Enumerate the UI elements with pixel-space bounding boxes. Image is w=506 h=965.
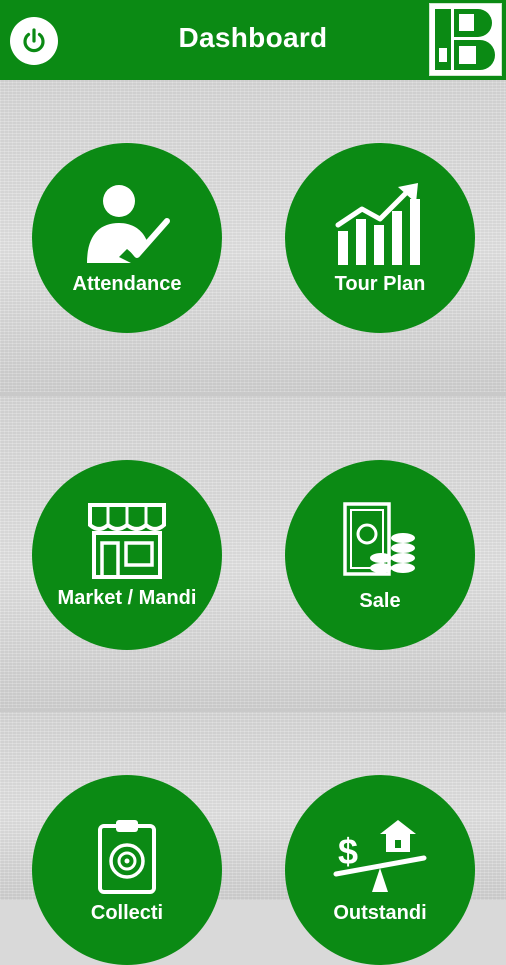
debt-scale-icon: $ [333,819,427,892]
tile-market-mandi[interactable]: Market / Mandi [32,460,222,650]
tile-tour-plan[interactable]: Tour Plan [285,143,475,333]
brand-logo [429,3,502,76]
tile-label: Attendance [72,272,182,295]
tile-sale[interactable]: Sale [285,460,475,650]
svg-text:$: $ [338,831,358,872]
tile-label: Outstandi [333,901,427,924]
target-clipboard-icon [98,819,156,894]
tile-label: Tour Plan [334,272,426,295]
tile-label: Collecti [90,901,164,924]
shop-icon [88,502,166,579]
app-header: Dashboard [0,0,506,80]
growth-chart-icon [335,182,420,265]
tile-label: Market / Mandi [57,586,197,609]
tile-collection[interactable]: Collecti [32,775,222,965]
dashboard-grid: Attendance Tour Plan Market / Mandi Sale… [0,80,506,965]
user-check-icon [87,184,170,263]
tile-attendance[interactable]: Attendance [32,143,222,333]
tile-outstanding[interactable]: $ Outstandi [285,775,475,965]
cash-coins-icon [343,501,415,576]
tile-label: Sale [359,589,401,612]
